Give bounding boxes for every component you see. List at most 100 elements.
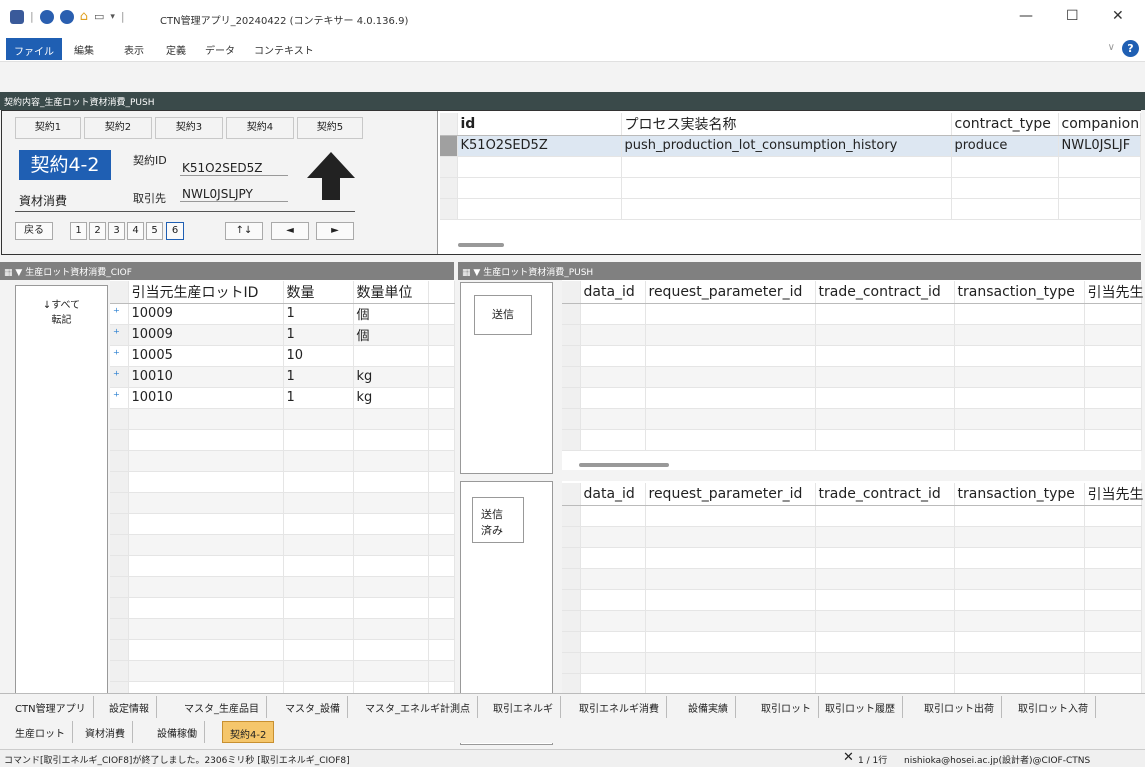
bottom-tab-2[interactable]: 設定情報: [102, 696, 157, 718]
new-row-icon[interactable]: ⁺: [110, 366, 129, 388]
page-button-6[interactable]: 6: [166, 222, 184, 240]
contract-grid: id プロセス実装名称 contract_type companion K51O…: [440, 113, 1141, 220]
table-cell[interactable]: 1: [283, 366, 354, 388]
menu-data[interactable]: データ: [205, 42, 235, 57]
contract-tab-5[interactable]: 契約5: [297, 117, 363, 139]
contract-tab-4[interactable]: 契約4: [226, 117, 294, 139]
clear-icon[interactable]: ✕: [843, 750, 854, 765]
minimize-icon[interactable]: —: [1019, 8, 1033, 24]
arrow-up-icon[interactable]: [305, 150, 357, 202]
table-cell[interactable]: kg: [353, 387, 429, 409]
back-button[interactable]: 戻る: [15, 222, 53, 240]
menu-context[interactable]: コンテキスト: [254, 42, 314, 57]
filter-icon[interactable]: ▼: [473, 268, 480, 278]
menu-definition[interactable]: 定義: [166, 42, 186, 57]
bottom-tab-3[interactable]: マスタ_生産品目: [177, 696, 267, 718]
dropdown-icon[interactable]: ▾: [110, 12, 115, 22]
bottom-tab-row2-2[interactable]: 資材消費: [78, 721, 133, 743]
table-cell[interactable]: NWL0JSLJF: [1058, 135, 1141, 157]
maximize-icon[interactable]: ☐: [1066, 8, 1079, 24]
close-icon[interactable]: ✕: [1112, 8, 1124, 24]
bottom-tab-row2-4[interactable]: 契約4-2: [222, 721, 275, 743]
table-cell[interactable]: 10010: [128, 387, 284, 409]
bottom-tab-8[interactable]: 設備実績: [681, 696, 736, 718]
column-header[interactable]: request_parameter_id: [645, 281, 816, 304]
bottom-tab-row2-3[interactable]: 設備稼働: [150, 721, 205, 743]
column-header[interactable]: 数量: [283, 281, 354, 304]
table-cell[interactable]: K51O2SED5Z: [457, 135, 622, 157]
window-icon[interactable]: ▭: [94, 10, 104, 23]
menu-view[interactable]: 表示: [124, 42, 144, 57]
table-cell[interactable]: 1: [283, 303, 354, 325]
table-cell[interactable]: 個: [353, 324, 429, 346]
forward-icon[interactable]: [59, 9, 74, 24]
table-cell[interactable]: 個: [353, 303, 429, 325]
bottom-tab-1[interactable]: CTN管理アプリ: [8, 696, 94, 718]
column-header[interactable]: 引当先生: [1084, 281, 1144, 304]
sort-button[interactable]: ↑↓: [225, 222, 263, 240]
table-cell[interactable]: 10009: [128, 324, 284, 346]
table-cell[interactable]: [353, 345, 429, 367]
column-header[interactable]: trade_contract_id: [815, 281, 955, 304]
table-cell[interactable]: 1: [283, 387, 354, 409]
page-button-5[interactable]: 5: [146, 222, 163, 240]
column-header[interactable]: プロセス実装名称: [621, 113, 952, 136]
column-header[interactable]: data_id: [580, 483, 646, 506]
table-cell[interactable]: push_production_lot_consumption_history: [621, 135, 952, 157]
column-header[interactable]: companion: [1058, 113, 1141, 136]
column-header[interactable]: transaction_type: [954, 483, 1085, 506]
transfer-all-button[interactable]: ↓すべて 転記: [15, 285, 108, 702]
new-row-icon[interactable]: ⁺: [110, 387, 129, 409]
push-grid-bottom: data_id request_parameter_id trade_contr…: [562, 483, 1144, 716]
quick-access-toolbar: | ⌂ ▭ ▾ |: [10, 9, 125, 24]
table-cell[interactable]: 10010: [128, 366, 284, 388]
page-button-3[interactable]: 3: [108, 222, 125, 240]
filter-icon[interactable]: ▼: [15, 268, 22, 278]
bottom-tab-row2-1[interactable]: 生産ロット: [8, 721, 73, 743]
new-row-icon[interactable]: ⁺: [110, 345, 129, 367]
column-header[interactable]: 引当元生産ロットID: [128, 281, 284, 304]
contract-tab-1[interactable]: 契約1: [15, 117, 81, 139]
next-button[interactable]: ►: [316, 222, 354, 240]
home-icon[interactable]: ⌂: [80, 9, 88, 24]
table-cell[interactable]: 10005: [128, 345, 284, 367]
horizontal-scrollbar[interactable]: [458, 243, 504, 247]
new-row-icon[interactable]: ⁺: [110, 303, 129, 325]
bottom-tab-12[interactable]: 取引ロット入荷: [1011, 696, 1096, 718]
help-icon[interactable]: ?: [1122, 40, 1139, 57]
send-button[interactable]: 送信: [474, 295, 532, 335]
bottom-tab-10[interactable]: 取引ロット履歴: [818, 696, 903, 718]
column-header[interactable]: 数量単位: [353, 281, 429, 304]
prev-button[interactable]: ◄: [271, 222, 309, 240]
bottom-tab-6[interactable]: 取引エネルギ: [486, 696, 561, 718]
bottom-tab-9[interactable]: 取引ロット: [754, 696, 819, 718]
bottom-tab-7[interactable]: 取引エネルギ消費: [572, 696, 667, 718]
column-header[interactable]: id: [457, 113, 622, 136]
contract-tab-3[interactable]: 契約3: [155, 117, 223, 139]
table-cell[interactable]: produce: [951, 135, 1059, 157]
bottom-tab-5[interactable]: マスタ_エネルギ計測点: [358, 696, 478, 718]
bottom-tab-4[interactable]: マスタ_設備: [278, 696, 348, 718]
contract-tab-2[interactable]: 契約2: [84, 117, 152, 139]
bottom-tab-11[interactable]: 取引ロット出荷: [917, 696, 1002, 718]
column-header[interactable]: trade_contract_id: [815, 483, 955, 506]
back-icon[interactable]: [39, 9, 54, 24]
column-header[interactable]: data_id: [580, 281, 646, 304]
column-header[interactable]: transaction_type: [954, 281, 1085, 304]
table-cell[interactable]: 1: [283, 324, 354, 346]
horizontal-scrollbar[interactable]: [579, 463, 669, 467]
table-cell[interactable]: kg: [353, 366, 429, 388]
collapse-ribbon-icon[interactable]: ∨: [1108, 42, 1115, 53]
menu-file[interactable]: ファイル: [6, 38, 62, 60]
column-header[interactable]: 引当先生: [1084, 483, 1144, 506]
column-header[interactable]: contract_type: [951, 113, 1059, 136]
sent-button[interactable]: 送信 済み: [472, 497, 524, 543]
page-button-1[interactable]: 1: [70, 222, 87, 240]
table-cell[interactable]: 10: [283, 345, 354, 367]
column-header[interactable]: request_parameter_id: [645, 483, 816, 506]
page-button-4[interactable]: 4: [127, 222, 144, 240]
page-button-2[interactable]: 2: [89, 222, 106, 240]
table-cell[interactable]: 10009: [128, 303, 284, 325]
menu-edit[interactable]: 編集: [74, 42, 94, 57]
new-row-icon[interactable]: ⁺: [110, 324, 129, 346]
